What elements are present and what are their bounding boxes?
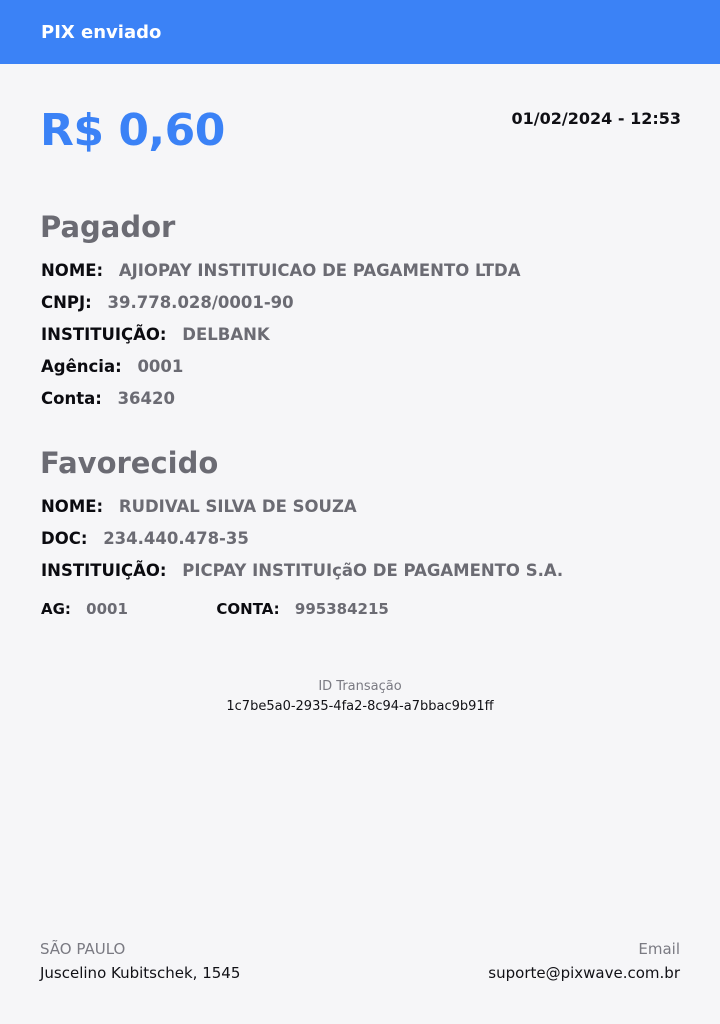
payee-institution-row: INSTITUIÇÃO: PICPAY INSTITUIçãO DE PAGAM… <box>41 560 563 582</box>
payer-institution-label: INSTITUIÇÃO: <box>41 325 167 344</box>
payer-agency-row: Agência: 0001 <box>41 356 183 378</box>
payer-name-row: NOME: AJIOPAY INSTITUICAO DE PAGAMENTO L… <box>41 260 520 282</box>
footer-email-label: Email <box>638 940 680 958</box>
payer-institution-value: DELBANK <box>182 325 270 344</box>
payer-account-value: 36420 <box>117 389 175 408</box>
transfer-amount: R$ 0,60 <box>40 105 225 156</box>
payer-account-row: Conta: 36420 <box>41 388 175 410</box>
payer-cnpj-row: CNPJ: 39.778.028/0001-90 <box>41 292 294 314</box>
top-app-bar: PIX enviado <box>0 0 720 64</box>
payee-institution-label: INSTITUIÇÃO: <box>41 561 167 580</box>
transaction-id-label: ID Transação <box>318 679 402 694</box>
payee-section-title: Favorecido <box>40 446 219 480</box>
payee-name-value: RUDIVAL SILVA DE SOUZA <box>118 497 357 516</box>
payee-institution-value: PICPAY INSTITUIçãO DE PAGAMENTO S.A. <box>182 561 564 580</box>
footer-email-link[interactable]: suporte@pixwave.com.br <box>488 963 680 983</box>
payee-bank-details-row: AG: 0001 CONTA: 995384215 <box>41 598 389 620</box>
payee-name-row: NOME: RUDIVAL SILVA DE SOUZA <box>41 496 357 518</box>
payee-name-label: NOME: <box>41 497 104 516</box>
payer-institution-row: INSTITUIÇÃO: DELBANK <box>41 324 270 346</box>
footer-address: Juscelino Kubitschek, 1545 <box>40 964 241 982</box>
payer-cnpj-value: 39.778.028/0001-90 <box>107 293 294 312</box>
payee-doc-label: DOC: <box>41 529 88 548</box>
transaction-id-value: 1c7be5a0-2935-4fa2-8c94-a7bbac9b91ff <box>226 699 494 714</box>
payee-account-label: CONTA: <box>216 600 280 618</box>
payer-name-value: AJIOPAY INSTITUICAO DE PAGAMENTO LTDA <box>118 261 521 280</box>
footer-city-label: SÃO PAULO <box>40 940 126 958</box>
payee-ag-value: 0001 <box>86 600 128 618</box>
payer-account-label: Conta: <box>41 389 102 408</box>
payee-account-value: 995384215 <box>294 600 389 618</box>
payee-doc-value: 234.440.478-35 <box>103 529 249 548</box>
payee-doc-row: DOC: 234.440.478-35 <box>41 528 249 550</box>
screen-title: PIX enviado <box>41 22 162 43</box>
transfer-datetime: 01/02/2024 - 12:53 <box>511 109 681 128</box>
payer-agency-label: Agência: <box>41 357 122 376</box>
payer-name-label: NOME: <box>41 261 104 280</box>
payee-ag-label: AG: <box>41 600 71 618</box>
payer-cnpj-label: CNPJ: <box>41 293 92 312</box>
payer-section-title: Pagador <box>40 210 176 244</box>
payer-agency-value: 0001 <box>137 357 184 376</box>
